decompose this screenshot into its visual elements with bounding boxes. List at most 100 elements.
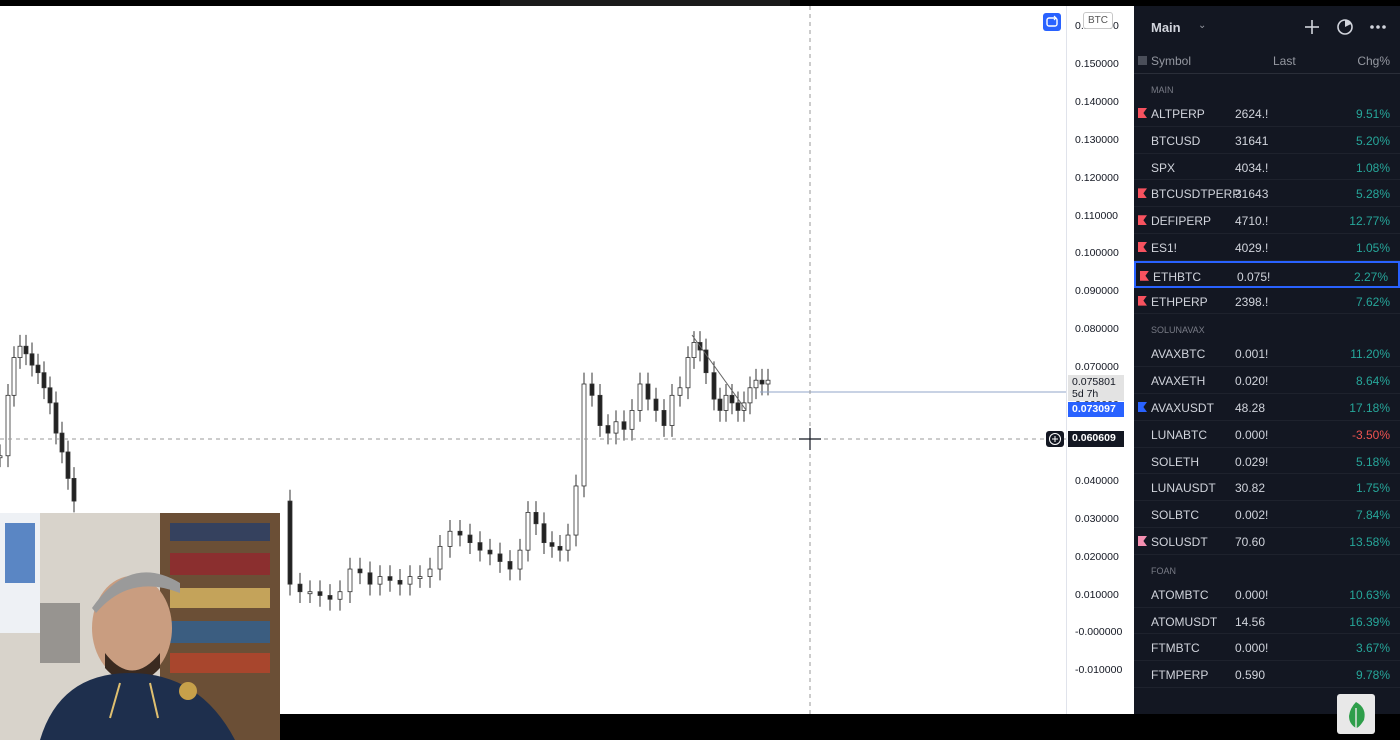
watchlist-row[interactable]: LUNABTC 0.000! -3.50% bbox=[1134, 421, 1400, 448]
watchlist-row[interactable]: AVAXUSDT 48.28 17.18% bbox=[1134, 394, 1400, 421]
add-symbol-icon[interactable] bbox=[1302, 17, 1322, 37]
watchlist-body: MAIN ALTPERP 2624.! 9.51% BTCUSD 31641 5.20% SP… bbox=[1134, 74, 1400, 688]
watchlist-row[interactable]: FTMBTC 0.000! 3.67% bbox=[1134, 634, 1400, 662]
column-symbol[interactable]: Symbol bbox=[1151, 54, 1191, 68]
candle-body bbox=[457, 530, 463, 536]
more-options-icon[interactable] bbox=[1368, 17, 1388, 37]
watchlist-row[interactable]: ATOMBTC 0.000! 10.63% bbox=[1134, 581, 1400, 608]
row-last-price: 31643 bbox=[1235, 187, 1269, 202]
chevron-down-icon[interactable]: ⌄ bbox=[1198, 20, 1206, 31]
price-tick-label: 0.040000 bbox=[1075, 474, 1119, 487]
flag-icon[interactable] bbox=[1138, 241, 1147, 252]
candle-body bbox=[35, 364, 41, 374]
row-change: 7.62% bbox=[1355, 294, 1390, 309]
row-last-price: 31641 bbox=[1235, 133, 1269, 148]
clock-icon[interactable] bbox=[1335, 17, 1355, 37]
flag-icon[interactable] bbox=[1140, 270, 1149, 281]
flag-icon[interactable] bbox=[1138, 535, 1147, 546]
row-symbol: SOLETH bbox=[1151, 454, 1200, 469]
watchlist-row[interactable]: ATOMUSDT 14.56 16.39% bbox=[1134, 608, 1400, 635]
sync-icon[interactable] bbox=[1043, 13, 1061, 31]
candle-body bbox=[711, 372, 717, 400]
row-symbol: SOLBTC bbox=[1151, 508, 1200, 523]
watchlist-section-header[interactable]: SOLUNAVAX bbox=[1134, 314, 1400, 340]
row-symbol: SPX bbox=[1151, 160, 1176, 175]
row-last-price: 70.60 bbox=[1235, 534, 1266, 549]
select-all-checkbox[interactable] bbox=[1138, 56, 1147, 65]
watchlist-row[interactable]: ETHPERP 2398.! 7.62% bbox=[1134, 288, 1400, 315]
candle-body bbox=[53, 402, 59, 434]
row-change: 5.20% bbox=[1355, 133, 1390, 148]
row-last-price: 4710.! bbox=[1235, 214, 1269, 229]
last-price-value: 0.075801 bbox=[1072, 376, 1116, 388]
brand-logo bbox=[1337, 694, 1375, 734]
candle-body bbox=[487, 549, 493, 555]
row-last-price: 0.001! bbox=[1235, 347, 1269, 362]
price-tick-label: 0.020000 bbox=[1075, 550, 1119, 563]
watchlist-row[interactable]: ETHBTC 0.075! 2.27% bbox=[1134, 260, 1400, 288]
column-last[interactable]: Last bbox=[1273, 54, 1296, 68]
candle-body bbox=[759, 379, 765, 385]
watchlist-row[interactable]: SOLETH 0.029! 5.18% bbox=[1134, 448, 1400, 475]
price-tick-label: 0.130000 bbox=[1075, 133, 1119, 146]
candle-body bbox=[685, 357, 691, 389]
flag-icon[interactable] bbox=[1138, 401, 1147, 412]
column-chg[interactable]: Chg% bbox=[1357, 54, 1390, 68]
candle-body bbox=[17, 345, 23, 358]
watchlist-row[interactable]: SOLUSDT 70.60 13.58% bbox=[1134, 528, 1400, 555]
candle-body bbox=[629, 410, 635, 430]
watchlist-panel: Main ⌄ Symbol Last Chg% MAIN ALTPERP 2624.… bbox=[1134, 6, 1400, 714]
row-change: 17.18% bbox=[1349, 400, 1390, 415]
price-tick-label: 0.030000 bbox=[1075, 512, 1119, 525]
price-tick-label: 0.090000 bbox=[1075, 285, 1119, 298]
price-tick-label: 0.110000 bbox=[1075, 209, 1119, 222]
watchlist-row[interactable]: AVAXETH 0.020! 8.64% bbox=[1134, 367, 1400, 394]
candle-body bbox=[765, 379, 771, 385]
watchlist-row[interactable]: BTCUSDTPERP 31643 5.28% bbox=[1134, 180, 1400, 208]
candle-body bbox=[65, 451, 71, 479]
section-label: MAIN bbox=[1151, 85, 1174, 95]
add-alert-icon[interactable] bbox=[1046, 431, 1064, 447]
price-tick-label: 0.100000 bbox=[1075, 247, 1119, 260]
watchlist-row[interactable]: LUNAUSDT 30.82 1.75% bbox=[1134, 474, 1400, 502]
candle-body bbox=[703, 349, 709, 374]
watchlist-section-header[interactable]: FOAN bbox=[1134, 555, 1400, 581]
candle-body bbox=[407, 576, 413, 585]
watchlist-row[interactable]: ES1! 4029.! 1.05% bbox=[1134, 234, 1400, 261]
candle-body bbox=[507, 561, 513, 570]
candle-body bbox=[71, 478, 77, 502]
candle-body bbox=[541, 523, 547, 544]
row-last-price: 0.590 bbox=[1235, 668, 1266, 683]
flag-icon[interactable] bbox=[1138, 108, 1147, 118]
row-change: -3.50% bbox=[1351, 427, 1390, 442]
watchlist-row[interactable]: DEFIPERP 4710.! 12.77% bbox=[1134, 207, 1400, 234]
flag-icon[interactable] bbox=[1138, 188, 1147, 199]
candle-body bbox=[337, 591, 343, 600]
flag-icon[interactable] bbox=[1138, 295, 1147, 306]
watchlist-row[interactable]: FTMPERP 0.590 9.78% bbox=[1134, 661, 1400, 688]
candle-body bbox=[447, 530, 453, 547]
row-symbol: LUNABTC bbox=[1151, 427, 1208, 442]
row-symbol: AVAXBTC bbox=[1151, 347, 1206, 362]
candle-body bbox=[517, 549, 523, 570]
candle-body bbox=[669, 394, 675, 426]
row-change: 2.27% bbox=[1353, 269, 1388, 284]
currency-badge[interactable]: BTC bbox=[1083, 12, 1113, 29]
candle-body bbox=[747, 387, 753, 404]
candle-body bbox=[597, 394, 603, 426]
row-last-price: 0.029! bbox=[1235, 454, 1269, 469]
candle-body bbox=[497, 553, 503, 562]
watchlist-title[interactable]: Main bbox=[1151, 20, 1181, 35]
watchlist-row[interactable]: AVAXBTC 0.001! 11.20% bbox=[1134, 340, 1400, 368]
watchlist-section-header[interactable]: MAIN bbox=[1134, 74, 1400, 100]
watchlist-row[interactable]: SOLBTC 0.002! 7.84% bbox=[1134, 501, 1400, 528]
price-scale[interactable]: 0.1600000.1500000.1400000.1300000.120000… bbox=[1066, 6, 1134, 714]
section-label: SOLUNAVAX bbox=[1151, 325, 1205, 336]
flag-icon[interactable] bbox=[1138, 215, 1147, 226]
candle-body bbox=[645, 383, 651, 400]
watchlist-row[interactable]: ALTPERP 2624.! 9.51% bbox=[1134, 100, 1400, 127]
row-symbol: ES1! bbox=[1151, 240, 1178, 255]
row-change: 5.28% bbox=[1355, 187, 1390, 202]
watchlist-row[interactable]: BTCUSD 31641 5.20% bbox=[1134, 127, 1400, 154]
watchlist-row[interactable]: SPX 4034.! 1.08% bbox=[1134, 154, 1400, 181]
